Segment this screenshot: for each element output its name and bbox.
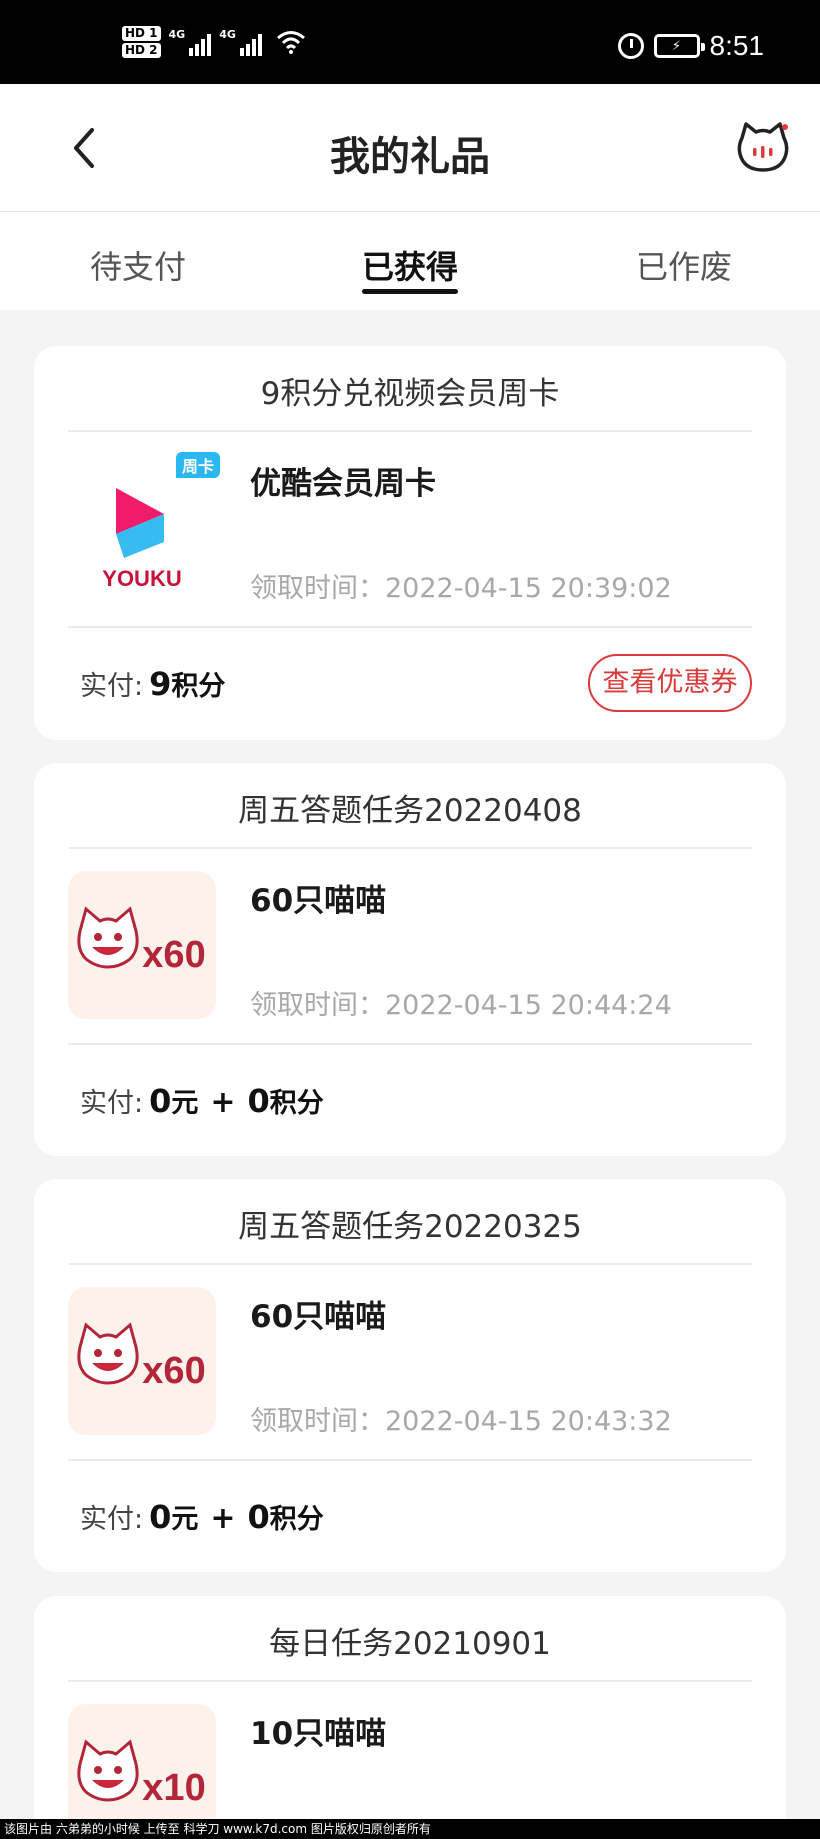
cat-reward-image: x60 [68, 1287, 216, 1435]
item-name: 60只喵喵 [250, 1299, 387, 1335]
cat-reward-image: x60 [68, 871, 216, 1019]
signal-icon: 4G [219, 28, 262, 56]
svg-text:x10: x10 [142, 1767, 205, 1809]
card-title: 周五答题任务20220325 [238, 1209, 582, 1245]
sim-indicator: HD 1 HD 2 [122, 26, 161, 58]
tab-bar: 待支付 已获得 已作废 [0, 212, 820, 310]
status-time: 8:51 [709, 30, 765, 61]
tab-pending-payment[interactable]: 待支付 [90, 242, 186, 288]
divider [68, 847, 752, 849]
watermark-caption: 该图片由 六弟弟的小时候 上传至 科学刀 www.k7d.com 图片版权归原创… [0, 1819, 820, 1839]
card-title: 9积分兑视频会员周卡 [260, 376, 560, 412]
tab-voided[interactable]: 已作废 [636, 242, 732, 288]
card-title: 每日任务20210901 [269, 1626, 551, 1662]
week-card-badge: 周卡 [175, 452, 220, 478]
claim-time: 领取时间：2022-04-15 20:43:32 [250, 1406, 672, 1437]
svg-text:x60: x60 [142, 934, 205, 976]
battery-charging-icon: ⚡ [653, 34, 705, 58]
svg-text:x60: x60 [142, 1350, 205, 1392]
tab-active-indicator [362, 289, 458, 294]
signal-icon: 4G [169, 28, 212, 56]
payment-info: 实付: 9 积分 [80, 665, 226, 703]
item-name: 60只喵喵 [250, 883, 387, 919]
claim-time: 领取时间：2022-04-15 20:39:02 [250, 573, 672, 604]
youku-logo: YOUKU 周卡 [68, 452, 220, 602]
claim-time: 领取时间：2022-04-15 20:44:24 [250, 990, 672, 1021]
tab-obtained[interactable]: 已获得 [362, 242, 458, 288]
cat-face-icon[interactable] [736, 120, 790, 174]
gift-card[interactable]: 周五答题任务20220408 x60 60只喵喵 领取时间：2022-04-15… [34, 763, 786, 1156]
divider [68, 626, 752, 628]
gift-card[interactable]: 每日任务20210901 x10 10只喵喵 [34, 1596, 786, 1836]
divider [68, 1043, 752, 1045]
app-header: 我的礼品 [0, 84, 820, 212]
view-coupon-button[interactable]: 查看优惠券 [588, 654, 752, 712]
gift-card[interactable]: 9积分兑视频会员周卡 YOUKU 周卡 优酷会员周卡 领取时间：2022-04-… [34, 346, 786, 740]
gift-card[interactable]: 周五答题任务20220325 x60 60只喵喵 领取时间：2022-04-15… [34, 1179, 786, 1572]
status-bar: HD 1 HD 2 4G 4G ⚡ 8:51 [0, 0, 820, 84]
wifi-icon [276, 31, 305, 54]
divider [68, 1459, 752, 1461]
divider [68, 1263, 752, 1265]
card-title: 周五答题任务20220408 [238, 793, 582, 829]
divider [68, 1680, 752, 1682]
page-title: 我的礼品 [330, 134, 490, 180]
cat-reward-image: x10 [68, 1704, 216, 1836]
divider [68, 430, 752, 432]
svg-text:YOUKU: YOUKU [102, 566, 181, 591]
item-name: 优酷会员周卡 [250, 466, 436, 502]
alarm-icon [617, 33, 644, 59]
item-name: 10只喵喵 [250, 1716, 387, 1752]
payment-info: 实付: 0元 + 0 积分 [80, 1498, 324, 1536]
payment-info: 实付: 0元 + 0 积分 [80, 1082, 324, 1120]
